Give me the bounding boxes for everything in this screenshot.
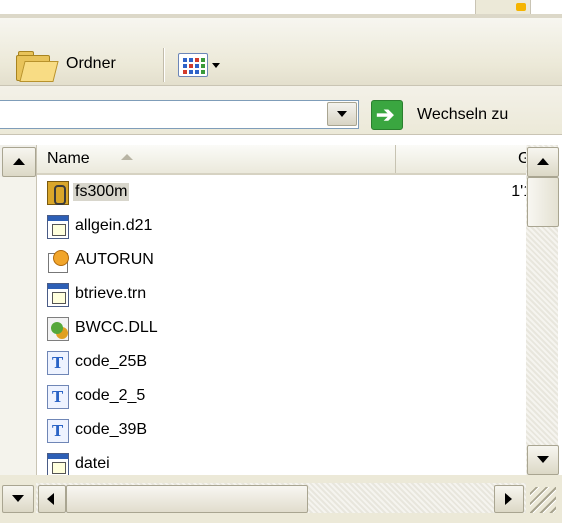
toolbar: Ordner	[0, 18, 562, 86]
list-item[interactable]: AUTORUN	[37, 243, 527, 277]
doc-window-icon	[47, 283, 69, 307]
dll-icon	[47, 317, 69, 341]
arrow-up-icon	[13, 158, 25, 165]
bottom-scroll-area	[0, 475, 562, 523]
folder-pane-scrollbar[interactable]	[0, 145, 36, 477]
scroll-left-button[interactable]	[38, 485, 66, 513]
horizontal-scroll-thumb[interactable]	[66, 485, 308, 513]
list-header: Name G	[37, 145, 527, 175]
go-arrow-icon	[371, 100, 403, 130]
text-file-icon	[47, 385, 69, 409]
windows-flag-icon	[516, 3, 526, 11]
resize-grip-icon[interactable]	[530, 487, 556, 513]
toolbar-separator	[163, 48, 165, 82]
scroll-right-button[interactable]	[494, 485, 524, 513]
list-item[interactable]: BWCC.DLL 1	[37, 311, 527, 345]
go-button-label: Wechseln zu	[417, 106, 509, 123]
file-name: code_39B	[75, 421, 148, 438]
file-size: 4	[481, 217, 527, 235]
chevron-down-icon	[337, 111, 347, 117]
go-button[interactable]: Wechseln zu	[371, 100, 508, 130]
file-name: btrieve.trn	[75, 285, 147, 302]
arrow-right-icon	[505, 493, 512, 505]
file-rows: fs300m 1'17 allgein.d21 4 AUTORUN btriev…	[37, 175, 527, 475]
list-item[interactable]: code_25B	[37, 345, 527, 379]
address-dropdown-button[interactable]	[327, 102, 357, 126]
list-item[interactable]: btrieve.trn	[37, 277, 527, 311]
folder-pane-scroll-down-button[interactable]	[2, 485, 34, 513]
arrow-up-icon	[537, 158, 549, 165]
file-name: BWCC.DLL	[75, 319, 158, 336]
list-item[interactable]: allgein.d21 4	[37, 209, 527, 243]
scroll-up-button[interactable]	[527, 147, 559, 177]
scroll-down-button[interactable]	[527, 445, 559, 475]
column-header-size[interactable]: G	[396, 145, 527, 173]
list-vertical-scrollbar[interactable]	[526, 145, 559, 475]
file-name: allgein.d21	[75, 217, 153, 234]
file-list: Name G fs300m 1'17 allgein.d21 4 AUTORUN…	[36, 145, 527, 475]
folders-button[interactable]: Ordner	[14, 46, 116, 82]
list-horizontal-scrollbar[interactable]	[36, 483, 526, 513]
doc-window-icon	[47, 215, 69, 239]
arrow-down-icon	[537, 456, 549, 463]
file-size: 1	[481, 319, 527, 337]
file-name: AUTORUN	[75, 251, 154, 268]
list-item[interactable]: datei	[37, 447, 527, 475]
sort-ascending-icon	[121, 154, 133, 160]
arrow-left-icon	[47, 493, 54, 505]
folders-button-label: Ordner	[66, 55, 116, 72]
text-file-icon	[47, 419, 69, 443]
window-top-strip	[0, 0, 562, 18]
scroll-track[interactable]	[0, 177, 36, 477]
list-item[interactable]: code_2_5	[37, 379, 527, 413]
address-bar: Wechseln zu	[0, 86, 562, 135]
file-name: code_25B	[75, 353, 148, 370]
arrow-down-icon	[12, 495, 24, 502]
file-size: 1'17	[511, 183, 527, 200]
file-name: datei	[75, 455, 110, 472]
column-header-name[interactable]: Name	[37, 145, 396, 173]
doc-window-icon	[47, 453, 69, 475]
scroll-up-button[interactable]	[2, 147, 36, 177]
scroll-thumb[interactable]	[527, 177, 559, 227]
address-input[interactable]	[0, 100, 359, 129]
column-header-name-label: Name	[47, 150, 90, 167]
autorun-icon	[47, 249, 69, 273]
list-item[interactable]: fs300m 1'17	[37, 175, 527, 209]
views-grid-icon	[178, 53, 208, 77]
key-icon	[47, 181, 69, 205]
file-name: fs300m	[73, 183, 130, 201]
views-button[interactable]	[178, 51, 220, 79]
list-item[interactable]: code_39B	[37, 413, 527, 447]
file-name: code_2_5	[75, 387, 146, 404]
text-file-icon	[47, 351, 69, 375]
folder-icon	[14, 47, 59, 82]
chevron-down-icon[interactable]	[212, 62, 220, 68]
